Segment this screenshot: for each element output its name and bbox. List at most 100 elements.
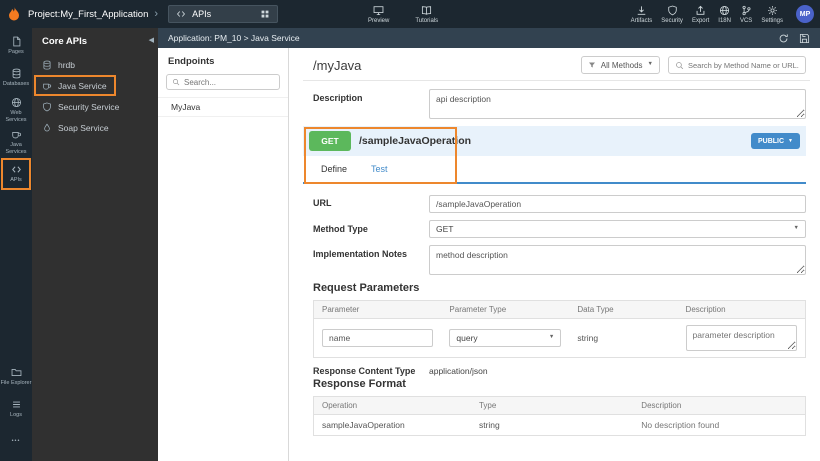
col-operation: Operation: [313, 396, 471, 415]
parameter-name-input[interactable]: [322, 329, 434, 347]
response-operation: sampleJavaOperation: [322, 420, 405, 430]
method-search-input[interactable]: [688, 60, 799, 70]
services-panel-header: Core APIs: [32, 28, 158, 54]
methods-filter-dropdown[interactable]: All Methods ▼: [580, 56, 660, 74]
response-content-type-label: Response Content Type: [313, 366, 416, 376]
i18n-label: I18N: [718, 17, 731, 24]
workspace-tab-apis[interactable]: APIs: [168, 5, 279, 23]
method-type-row: Method Type GET ▼: [313, 220, 806, 238]
api-title: /myJava: [313, 57, 362, 73]
refresh-icon[interactable]: [778, 33, 789, 44]
col-description: Description: [633, 396, 806, 415]
rail-item-java-services[interactable]: Java Services: [0, 126, 32, 158]
rail-item-file-explorer[interactable]: File Explorer: [0, 361, 32, 393]
vcs-label: VCS: [739, 17, 753, 24]
rail-item-apis[interactable]: APIs: [0, 158, 32, 190]
gear-icon: [767, 5, 778, 16]
project-name[interactable]: Project:My_First_Application: [28, 9, 148, 20]
api-icon: [11, 164, 22, 175]
description-textarea[interactable]: api description: [429, 89, 806, 119]
endpoint-item-myjava[interactable]: MyJava: [158, 97, 288, 117]
method-badge-get[interactable]: GET: [309, 131, 351, 151]
url-input[interactable]: [429, 195, 806, 213]
implementation-notes-textarea[interactable]: method description: [429, 245, 806, 275]
rail-item-label: Logs: [10, 412, 22, 419]
service-item-label: Soap Service: [58, 122, 109, 133]
funnel-icon: [588, 61, 596, 69]
api-icon: [176, 9, 186, 19]
chevron-down-icon: ▼: [793, 225, 799, 232]
rail-item-pages[interactable]: Pages: [0, 30, 32, 62]
service-item-hrdb[interactable]: hrdb: [32, 54, 158, 75]
security-button[interactable]: Security: [661, 5, 683, 24]
shield-icon: [667, 5, 678, 16]
response-row: sampleJavaOperation string No descriptio…: [314, 415, 806, 436]
export-button[interactable]: Export: [692, 5, 709, 24]
rail-item-label: Web Services: [5, 109, 27, 123]
response-type: string: [478, 420, 500, 430]
i18n-button[interactable]: I18N: [718, 5, 731, 24]
rail-spacer: [0, 190, 32, 361]
response-content-type-row: Response Content Type application/json: [313, 366, 806, 376]
search-icon: [675, 61, 684, 70]
breadcrumb: Application: PM_10 > Java Service: [168, 33, 300, 43]
description-label: Description: [313, 93, 363, 103]
book-icon: [421, 5, 432, 16]
user-avatar[interactable]: MP: [796, 5, 814, 23]
chevron-down-icon: ▼: [647, 61, 653, 68]
rail-item-web-services[interactable]: Web Services: [0, 94, 32, 126]
topbar-left: Project:My_First_Application › APIs: [0, 5, 279, 23]
service-item-security-service[interactable]: Security Service: [32, 96, 158, 117]
chevron-down-icon: ▼: [548, 334, 555, 341]
parameter-type-select[interactable]: query ▼: [449, 329, 562, 347]
settings-button[interactable]: Settings: [761, 5, 783, 24]
app-logo-icon[interactable]: [6, 6, 22, 22]
chevron-down-icon: ▼: [788, 137, 793, 144]
description-row: Description api description: [313, 89, 806, 119]
preview-button[interactable]: Preview: [368, 0, 389, 28]
services-panel-title: Core APIs: [42, 35, 88, 47]
method-search: [668, 56, 806, 74]
rail-item-more[interactable]: •••: [0, 425, 32, 457]
tab-test[interactable]: Test: [361, 164, 398, 174]
vcs-button[interactable]: VCS: [740, 5, 752, 24]
method-type-select[interactable]: GET ▼: [429, 220, 806, 238]
body: Pages Databases Web Services Java Servic…: [0, 28, 820, 461]
tutorials-button[interactable]: Tutorials: [415, 0, 438, 28]
coffee-icon: [42, 81, 52, 91]
endpoints-search: [166, 74, 280, 90]
shield-icon: [42, 102, 52, 112]
export-icon: [695, 5, 706, 16]
grid-icon[interactable]: [260, 9, 270, 19]
visibility-dropdown[interactable]: PUBLIC ▼: [750, 133, 800, 149]
topbar-center: Preview Tutorials: [368, 0, 438, 28]
database-icon: [42, 60, 52, 70]
rail-item-logs[interactable]: Logs: [0, 393, 32, 425]
table-header-row: Parameter Parameter Type Data Type Descr…: [313, 300, 806, 319]
service-item-java-service[interactable]: Java Service: [32, 75, 158, 96]
collapse-panel-icon[interactable]: ◀: [149, 37, 154, 44]
rail-item-databases[interactable]: Databases: [0, 62, 32, 94]
rail-item-label: Pages: [8, 49, 24, 56]
request-parameters-table: Parameter Parameter Type Data Type Descr…: [313, 300, 806, 358]
endpoints-panel: Endpoints MyJava: [158, 48, 289, 461]
search-icon: [172, 78, 180, 86]
endpoint-label: MyJava: [171, 102, 201, 112]
database-icon: [11, 68, 22, 79]
monitor-icon: [373, 5, 384, 16]
service-item-label: Java Service: [58, 80, 107, 91]
rail-item-label: File Explorer: [0, 380, 32, 387]
wavemaker-studio-window: Project:My_First_Application › APIs Prev…: [0, 0, 820, 461]
service-item-soap-service[interactable]: Soap Service: [32, 117, 158, 138]
artifacts-button[interactable]: Artifacts: [631, 5, 652, 24]
breadcrumb-actions: [778, 33, 810, 44]
tab-define[interactable]: Define: [311, 164, 357, 174]
endpoints-search-input[interactable]: [184, 77, 274, 87]
more-dots-icon: •••: [11, 437, 21, 444]
soap-icon: [42, 123, 52, 133]
save-icon[interactable]: [799, 33, 810, 44]
service-item-label: hrdb: [58, 59, 76, 70]
globe-icon: [11, 97, 22, 108]
method-type-value: GET: [436, 224, 454, 234]
parameter-description-textarea[interactable]: [685, 325, 797, 351]
